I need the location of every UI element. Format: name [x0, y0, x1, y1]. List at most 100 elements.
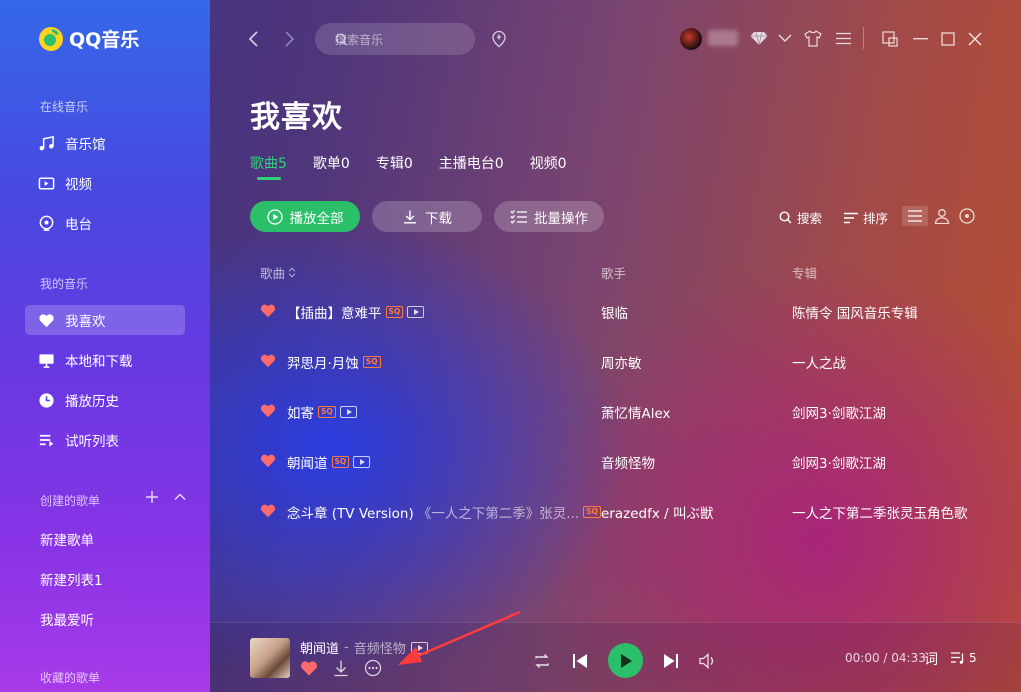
sidebar-item-favorites[interactable]: 我喜欢 — [25, 305, 185, 335]
sidebar-item-radio[interactable]: 电台 — [25, 208, 185, 238]
mv-icon[interactable] — [407, 306, 425, 318]
table-row[interactable]: 【插曲】意难平 SQ 银临 陈情令 国风音乐专辑 — [250, 286, 1010, 336]
song-album[interactable]: 剑网3·剑歌江湖 — [792, 402, 886, 422]
playlist-icon — [39, 434, 54, 447]
download-icon[interactable] — [332, 659, 350, 677]
column-header-song[interactable]: 歌曲 — [260, 263, 296, 282]
song-title[interactable]: 羿思月·月蚀 SQ — [287, 352, 381, 372]
liked-heart-icon[interactable] — [260, 303, 276, 318]
download-button[interactable]: 下载 — [372, 201, 482, 232]
forward-arrow-icon[interactable] — [283, 31, 295, 47]
playback-time: 00:00 / 04:33 — [845, 651, 926, 665]
close-icon[interactable] — [968, 32, 982, 46]
playlist-item-my-favorite[interactable]: 我最爱听 — [40, 609, 94, 629]
tab-radio-hosts[interactable]: 主播电台0 — [439, 153, 504, 173]
sidebar-item-label: 视频 — [65, 177, 92, 193]
song-artist[interactable]: 音频怪物 — [601, 452, 655, 472]
now-playing-separator: - — [344, 640, 349, 655]
mini-mode-icon[interactable] — [882, 31, 898, 47]
song-title[interactable]: 如寄 SQ — [287, 402, 357, 422]
sidebar-item-music-hall[interactable]: 音乐馆 — [25, 128, 185, 158]
music-note-icon — [39, 135, 54, 150]
playlist-item-new[interactable]: 新建歌单 — [40, 529, 94, 549]
mv-icon[interactable] — [339, 406, 357, 418]
sidebar-item-local-download[interactable]: 本地和下载 — [25, 345, 185, 375]
playlist-item-new-list-1[interactable]: 新建列表1 — [40, 569, 103, 589]
table-row[interactable]: 如寄 SQ 萧忆情Alex 剑网3·剑歌江湖 — [250, 386, 1010, 436]
sort-label: 排序 — [863, 211, 889, 226]
vip-diamond-icon[interactable] — [750, 31, 768, 46]
tab-songs[interactable]: 歌曲5 — [250, 153, 287, 180]
next-track-icon[interactable] — [663, 653, 679, 669]
album-cover[interactable] — [250, 638, 290, 678]
tab-videos[interactable]: 视频0 — [530, 153, 567, 173]
app-logo[interactable]: QQ音乐 — [38, 25, 139, 52]
previous-track-icon[interactable] — [572, 653, 588, 669]
table-row[interactable]: 羿思月·月蚀 SQ 周亦敏 一人之战 — [250, 336, 1010, 386]
section-created-playlists: 创建的歌单 — [40, 494, 101, 508]
like-heart-icon[interactable] — [300, 660, 318, 676]
sidebar-item-history[interactable]: 播放历史 — [25, 385, 185, 415]
artist-view-icon[interactable] — [934, 208, 950, 224]
list-view-icon[interactable] — [902, 206, 928, 226]
song-title[interactable]: 朝闻道 SQ — [287, 452, 371, 472]
mv-icon[interactable] — [410, 641, 428, 654]
song-album[interactable]: 一人之下第二季张灵玉角色歌 — [792, 502, 968, 522]
more-options-icon[interactable] — [364, 659, 382, 677]
play-button[interactable] — [608, 643, 643, 678]
table-row[interactable]: 念斗章 (TV Version) 《一人之下第二季》张灵... SQ eraze… — [250, 486, 1010, 536]
song-artist[interactable]: 萧忆情Alex — [601, 402, 671, 422]
heart-icon — [39, 313, 54, 327]
now-playing-artist[interactable]: 音频怪物 — [354, 638, 406, 657]
table-row[interactable]: 朝闻道 SQ 音频怪物 剑网3·剑歌江湖 — [250, 436, 1010, 486]
user-avatar[interactable] — [680, 28, 702, 50]
list-search-button[interactable]: 搜索 — [779, 208, 822, 227]
section-online-music: 在线音乐 — [40, 100, 89, 114]
album-view-icon[interactable] — [959, 208, 975, 224]
sidebar-item-label: 本地和下载 — [65, 354, 133, 370]
mv-icon[interactable] — [353, 456, 371, 468]
player-bar: 朝闻道 - 音频怪物 00:00 / 04:33 词 5 — [210, 622, 1021, 692]
song-album[interactable]: 剑网3·剑歌江湖 — [792, 452, 886, 472]
batch-operation-button[interactable]: 批量操作 — [494, 201, 604, 232]
song-album[interactable]: 陈情令 国风音乐专辑 — [792, 302, 918, 322]
maximize-icon[interactable] — [941, 32, 955, 46]
main-content: 搜索音乐 我喜欢 歌曲5 歌单0 专辑0 主播电台0 视频0 播放全部 下载 批… — [210, 0, 1021, 692]
radio-icon — [39, 215, 54, 231]
song-title[interactable]: 【插曲】意难平 SQ — [287, 302, 425, 322]
username-blurred[interactable] — [708, 30, 738, 46]
song-album[interactable]: 一人之战 — [792, 352, 846, 372]
repeat-mode-icon[interactable] — [532, 652, 552, 670]
sidebar-item-trial-list[interactable]: 试听列表 — [25, 425, 185, 455]
liked-heart-icon[interactable] — [260, 453, 276, 468]
minimize-icon[interactable] — [913, 38, 928, 40]
volume-icon[interactable] — [699, 652, 717, 669]
chevron-down-icon[interactable] — [778, 33, 792, 43]
sidebar-item-video[interactable]: 视频 — [25, 168, 185, 198]
tab-albums[interactable]: 专辑0 — [376, 153, 413, 173]
play-all-button[interactable]: 播放全部 — [250, 201, 360, 232]
add-playlist-icon[interactable] — [145, 490, 159, 504]
song-title[interactable]: 念斗章 (TV Version) 《一人之下第二季》张灵... SQ — [287, 502, 601, 522]
search-box[interactable]: 搜索音乐 — [315, 23, 475, 55]
main-menu-icon[interactable] — [836, 32, 851, 45]
sq-quality-badge: SQ — [362, 356, 381, 368]
tab-playlists[interactable]: 歌单0 — [313, 153, 350, 173]
now-playing-title[interactable]: 朝闻道 — [300, 638, 339, 657]
song-artist[interactable]: 银临 — [601, 302, 628, 322]
skin-tshirt-icon[interactable] — [804, 30, 822, 47]
sq-quality-badge: SQ — [331, 456, 350, 468]
lyrics-button[interactable]: 词 — [924, 649, 938, 669]
collapse-chevron-up-icon[interactable] — [173, 490, 187, 504]
play-queue-button[interactable]: 5 — [950, 651, 977, 665]
sort-button[interactable]: 排序 — [844, 208, 888, 227]
sq-quality-badge: SQ — [318, 406, 336, 418]
liked-heart-icon[interactable] — [260, 503, 276, 518]
liked-heart-icon[interactable] — [260, 403, 276, 418]
voice-search-icon[interactable] — [491, 30, 507, 48]
song-artist[interactable]: 周亦敏 — [601, 352, 642, 372]
liked-heart-icon[interactable] — [260, 353, 276, 368]
batch-label: 批量操作 — [534, 210, 588, 227]
song-artist[interactable]: erazedfx / 叫ぶ獣 — [601, 502, 713, 522]
back-arrow-icon[interactable] — [248, 31, 260, 47]
